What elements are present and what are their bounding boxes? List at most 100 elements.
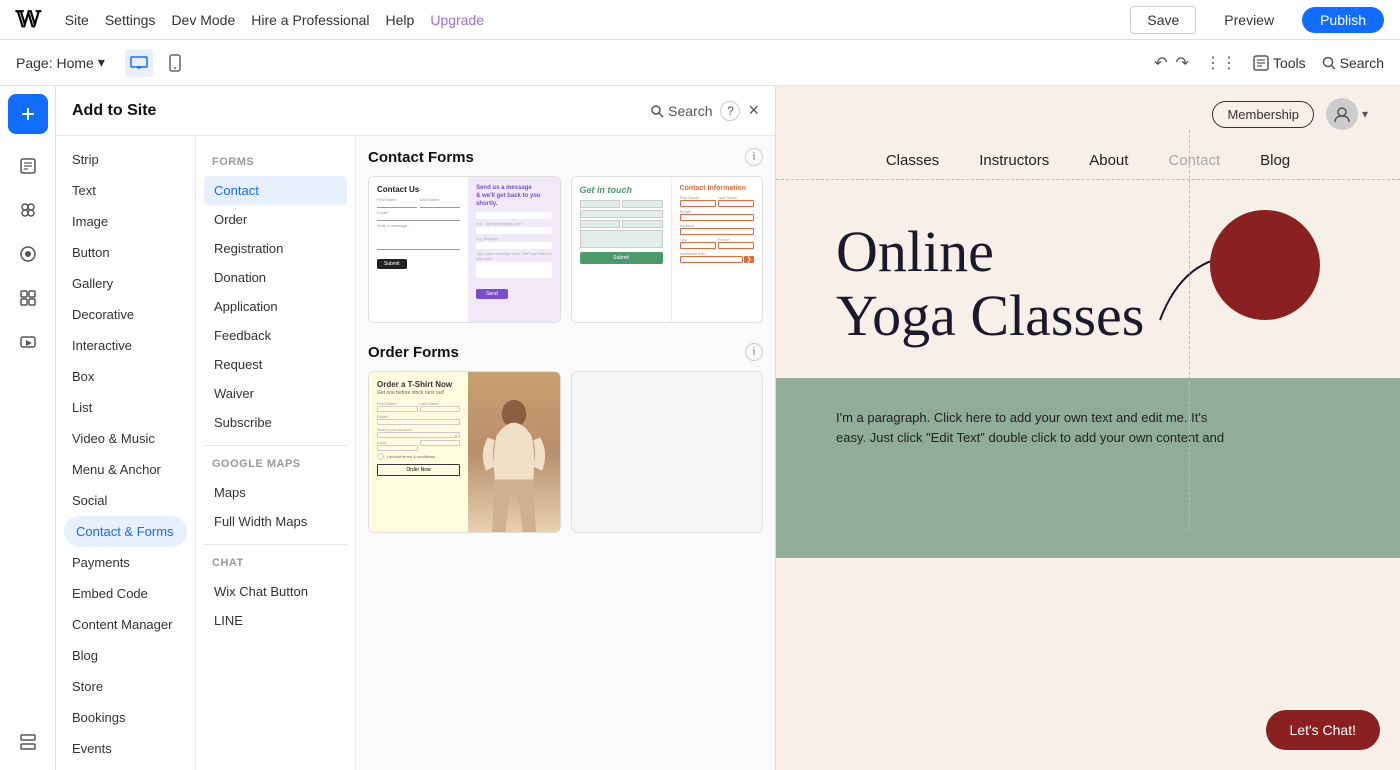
contact-us-card[interactable]: Contact Us First Name Last Name xyxy=(368,176,561,323)
category-bookings[interactable]: Bookings xyxy=(56,702,195,733)
nav-devmode[interactable]: Dev Mode xyxy=(171,12,235,28)
order-forms-header: Order Forms i xyxy=(368,343,763,361)
category-payments[interactable]: Payments xyxy=(56,547,195,578)
top-bar: 𝕎 Site Settings Dev Mode Hire a Professi… xyxy=(0,0,1400,40)
nav-contact[interactable]: Contact xyxy=(1168,152,1220,169)
media-icon[interactable] xyxy=(8,322,48,362)
add-elements-button[interactable] xyxy=(8,94,48,134)
category-box[interactable]: Box xyxy=(56,361,195,392)
subcategory-waiver[interactable]: Waiver xyxy=(204,379,347,408)
body-paragraph[interactable]: I'm a paragraph. Click here to add your … xyxy=(836,408,1236,450)
publish-button[interactable]: Publish xyxy=(1302,7,1384,33)
panel-search-button[interactable]: Search xyxy=(650,103,712,119)
subcategory-full-width-maps[interactable]: Full Width Maps xyxy=(204,507,347,536)
user-avatar[interactable] xyxy=(1326,98,1358,130)
chat-button[interactable]: Let's Chat! xyxy=(1266,710,1381,750)
nav-site[interactable]: Site xyxy=(65,12,89,28)
sections-icon[interactable] xyxy=(8,722,48,762)
preview-button[interactable]: Preview xyxy=(1208,7,1290,33)
content-area: Contact Forms i Contact Us First N xyxy=(356,136,775,770)
contact-us-preview: Contact Us First Name Last Name xyxy=(369,177,560,322)
category-social[interactable]: Social xyxy=(56,485,195,516)
undo-icon[interactable]: ↶ xyxy=(1154,53,1167,73)
site-nav: Classes Instructors About Contact Blog xyxy=(776,142,1400,179)
category-decorative[interactable]: Decorative xyxy=(56,299,195,330)
category-gallery[interactable]: Gallery xyxy=(56,268,195,299)
category-blog[interactable]: Blog xyxy=(56,640,195,671)
pages-icon[interactable] xyxy=(8,146,48,186)
panel-title: Add to Site xyxy=(72,102,642,120)
category-list[interactable]: List xyxy=(56,392,195,423)
device-icons xyxy=(125,49,189,77)
category-store[interactable]: Store xyxy=(56,671,195,702)
search-label: Search xyxy=(1340,55,1384,71)
desktop-icon[interactable] xyxy=(125,49,153,77)
category-community[interactable]: Community xyxy=(56,764,195,770)
nav-blog[interactable]: Blog xyxy=(1260,152,1290,169)
category-contact-forms[interactable]: Contact & Forms xyxy=(64,516,187,547)
nav-instructors[interactable]: Instructors xyxy=(979,152,1049,169)
category-strip[interactable]: Strip xyxy=(56,144,195,175)
save-button[interactable]: Save xyxy=(1130,6,1196,34)
panel-header: Add to Site Search ? × xyxy=(56,86,775,136)
category-button[interactable]: Button xyxy=(56,237,195,268)
wix-logo: 𝕎 xyxy=(16,7,41,33)
order-tshirt-card[interactable]: Order a T-Shirt Now Get one before stock… xyxy=(368,371,561,533)
subcategory-wix-chat[interactable]: Wix Chat Button xyxy=(204,577,347,606)
top-nav: Site Settings Dev Mode Hire a Profession… xyxy=(65,12,1111,28)
nav-upgrade[interactable]: Upgrade xyxy=(430,12,484,28)
subcategory-request[interactable]: Request xyxy=(204,350,347,379)
order-forms-info-icon[interactable]: i xyxy=(745,343,763,361)
category-events[interactable]: Events xyxy=(56,733,195,764)
chevron-down-icon[interactable]: ▾ xyxy=(1362,107,1368,121)
second-bar: Page: Home ▾ ↶ ↷ ⋮⋮ Tools Search xyxy=(0,40,1400,86)
nav-settings[interactable]: Settings xyxy=(105,12,156,28)
membership-button[interactable]: Membership xyxy=(1212,101,1314,128)
subcategory-application[interactable]: Application xyxy=(204,292,347,321)
chevron-down-icon: ▾ xyxy=(98,54,105,71)
mobile-icon[interactable] xyxy=(161,49,189,77)
category-image[interactable]: Image xyxy=(56,206,195,237)
subcategory-feedback[interactable]: Feedback xyxy=(204,321,347,350)
subcategory-line[interactable]: LINE xyxy=(204,606,347,635)
category-video-music[interactable]: Video & Music xyxy=(56,423,195,454)
nav-classes[interactable]: Classes xyxy=(886,152,939,169)
page-selector[interactable]: Page: Home ▾ xyxy=(16,54,105,71)
order-card-2[interactable] xyxy=(571,371,764,533)
wix-apps-icon[interactable] xyxy=(8,190,48,230)
add-to-site-panel: Add to Site Search ? × Strip Text Image … xyxy=(56,86,776,770)
green-section: I'm a paragraph. Click here to add your … xyxy=(776,378,1400,558)
help-icon[interactable]: ? xyxy=(720,101,740,121)
tools-button[interactable]: Tools xyxy=(1253,55,1306,71)
category-interactive[interactable]: Interactive xyxy=(56,330,195,361)
layout-icon[interactable] xyxy=(8,278,48,318)
category-content-manager[interactable]: Content Manager xyxy=(56,609,195,640)
category-menu-anchor[interactable]: Menu & Anchor xyxy=(56,454,195,485)
order-forms-grid: Order a T-Shirt Now Get one before stock… xyxy=(368,371,763,533)
subcategory-contact[interactable]: Contact xyxy=(204,176,347,205)
design-icon[interactable] xyxy=(8,234,48,274)
contact-forms-info-icon[interactable]: i xyxy=(745,148,763,166)
redo-icon[interactable]: ↷ xyxy=(1176,53,1189,73)
search-button[interactable]: Search xyxy=(1322,55,1384,71)
category-text[interactable]: Text xyxy=(56,175,195,206)
subcategory-maps[interactable]: Maps xyxy=(204,478,347,507)
contact-information-card[interactable]: Get in touch xyxy=(571,176,764,323)
contact-forms-grid: Contact Us First Name Last Name xyxy=(368,176,763,323)
maps-section-title: GOOGLE MAPS xyxy=(204,454,347,478)
category-embed-code[interactable]: Embed Code xyxy=(56,578,195,609)
nav-help[interactable]: Help xyxy=(386,12,415,28)
subcategory-subscribe[interactable]: Subscribe xyxy=(204,408,347,437)
grid-icon[interactable]: ⋮⋮ xyxy=(1205,53,1237,73)
nav-hire[interactable]: Hire a Professional xyxy=(251,12,369,28)
canvas-area: Membership ▾ Classes Instructors About C… xyxy=(776,86,1400,770)
main-layout: Add to Site Search ? × Strip Text Image … xyxy=(0,86,1400,770)
subcategory-donation[interactable]: Donation xyxy=(204,263,347,292)
subcategory-order[interactable]: Order xyxy=(204,205,347,234)
nav-about[interactable]: About xyxy=(1089,152,1128,169)
tools-label: Tools xyxy=(1273,55,1306,71)
site-header: Membership ▾ xyxy=(776,86,1400,142)
website-preview: Membership ▾ Classes Instructors About C… xyxy=(776,86,1400,770)
subcategory-registration[interactable]: Registration xyxy=(204,234,347,263)
close-icon[interactable]: × xyxy=(748,100,759,121)
